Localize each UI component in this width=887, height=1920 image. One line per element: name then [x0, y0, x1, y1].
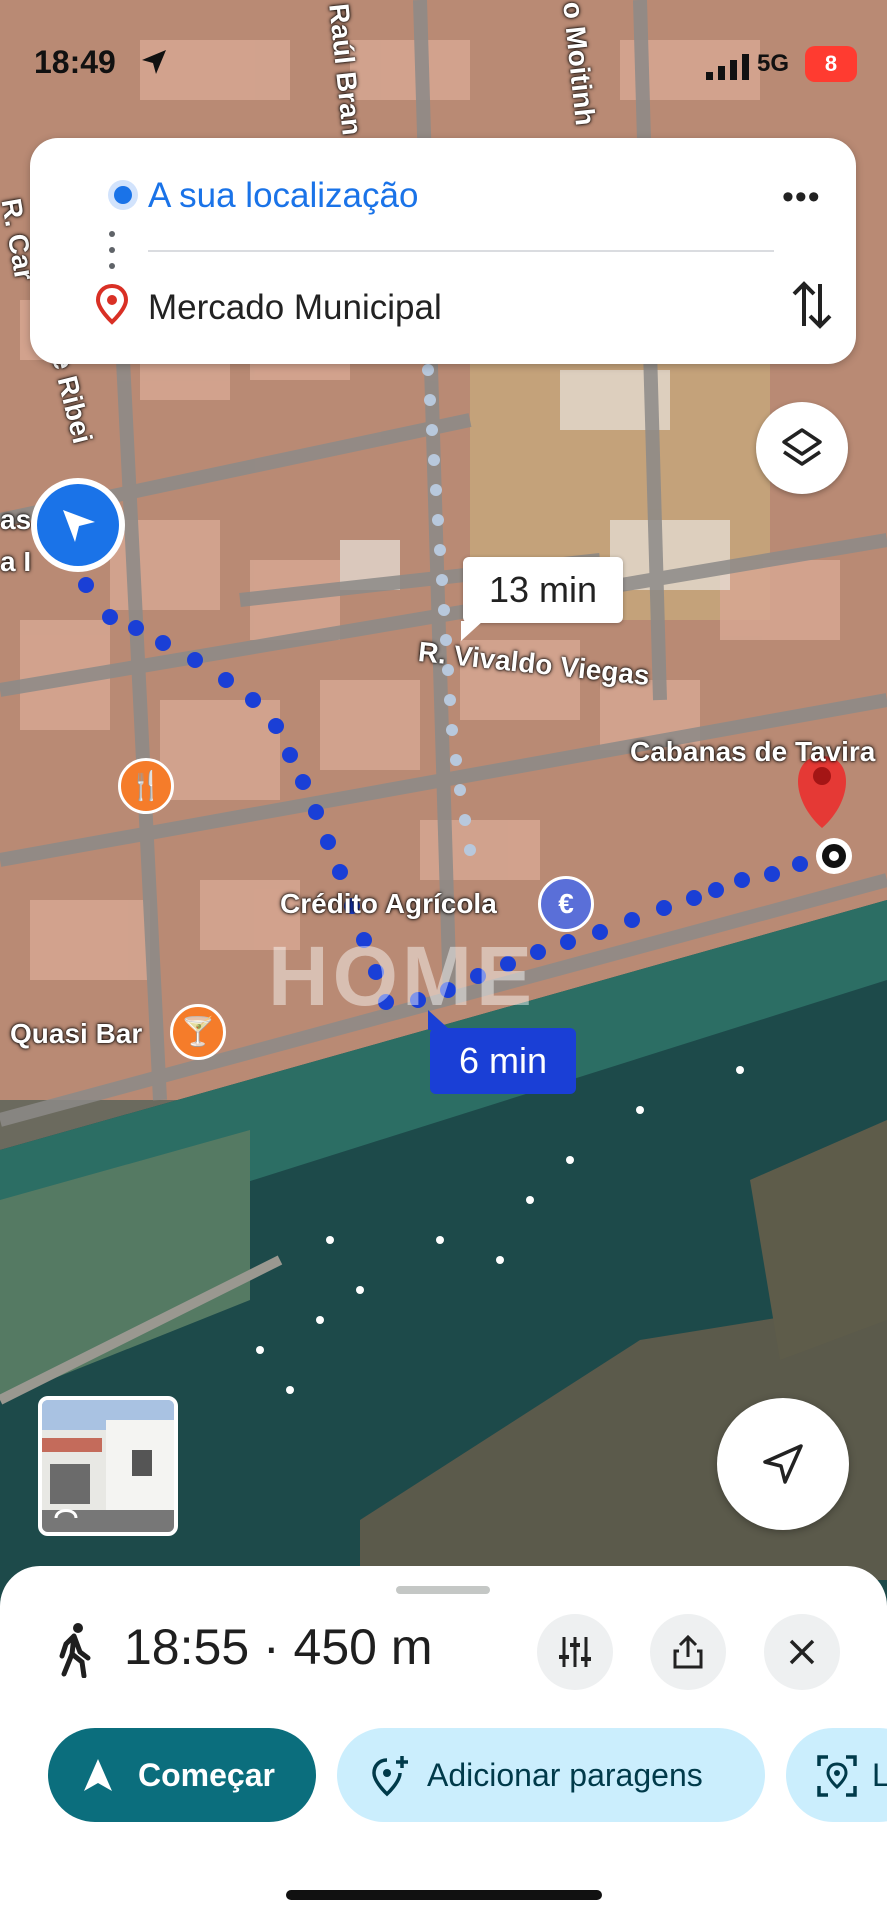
live-view-button[interactable]: L [786, 1728, 887, 1822]
battery-indicator: 8 [805, 46, 857, 82]
street-view-thumbnail[interactable] [38, 1396, 178, 1536]
destination-field[interactable]: Mercado Municipal [148, 288, 442, 328]
origin-dot-icon [108, 180, 138, 210]
restaurant-icon[interactable]: 🍴 [118, 758, 174, 814]
route-card: A sua localização ••• Mercado Municipal [30, 138, 856, 364]
status-time: 18:49 [34, 44, 116, 80]
add-location-icon [372, 1756, 408, 1797]
layers-icon [782, 428, 822, 466]
add-stops-button[interactable]: Adicionar paragens [337, 1728, 765, 1822]
signal-bars-icon [706, 54, 749, 80]
watermark: HOME [268, 929, 536, 1023]
share-button[interactable] [650, 1614, 726, 1690]
add-stops-label: Adicionar paragens [427, 1757, 703, 1793]
origin-field[interactable]: A sua localização [148, 176, 418, 216]
destination-pin-icon [95, 283, 129, 325]
status-bar: 18:49 5G 8 [0, 0, 887, 120]
recenter-button[interactable] [717, 1398, 849, 1530]
street-label: a I [0, 546, 32, 577]
current-location-marker [31, 478, 125, 572]
network-type: 5G [757, 50, 790, 77]
live-view-icon [817, 1755, 857, 1797]
start-button-label: Começar [138, 1757, 275, 1793]
euro-bank-icon[interactable]: € [538, 876, 594, 932]
navigation-arrow-icon [763, 1444, 803, 1484]
close-icon [789, 1639, 815, 1665]
home-indicator[interactable] [286, 1890, 602, 1900]
layers-button[interactable] [756, 402, 848, 494]
eta-chip-alternative[interactable]: 13 min [461, 557, 623, 641]
directions-sheet: 18:55 · 450 m Começar Adicionar paragens [0, 1566, 887, 1920]
street-label: as [0, 504, 32, 535]
live-view-label: L [872, 1757, 887, 1793]
sliders-icon [559, 1637, 591, 1667]
street-view-photo [42, 1400, 174, 1532]
share-icon [673, 1634, 703, 1669]
close-button[interactable] [764, 1614, 840, 1690]
sheet-handle[interactable] [396, 1586, 490, 1594]
eta-chip-selected[interactable]: 6 min [428, 1010, 576, 1094]
route-connector-icon [109, 231, 115, 269]
more-options-icon[interactable]: ••• [782, 178, 821, 217]
place-label-bank: Crédito Agrícola [280, 888, 497, 919]
place-label-cabanas: Cabanas de Tavira [630, 736, 876, 767]
walking-icon [59, 1623, 91, 1678]
cocktail-bar-icon[interactable]: 🍸 [170, 1004, 226, 1060]
start-button[interactable]: Começar [48, 1728, 316, 1822]
options-button[interactable] [537, 1614, 613, 1690]
swap-icon[interactable] [790, 278, 834, 332]
divider [148, 250, 774, 252]
route-summary: 18:55 · 450 m [124, 1619, 433, 1675]
navigation-arrow-icon [63, 510, 95, 542]
place-label-bar: Quasi Bar [10, 1018, 143, 1049]
location-arrow-icon [142, 50, 166, 74]
navigation-arrow-icon [84, 1759, 112, 1791]
